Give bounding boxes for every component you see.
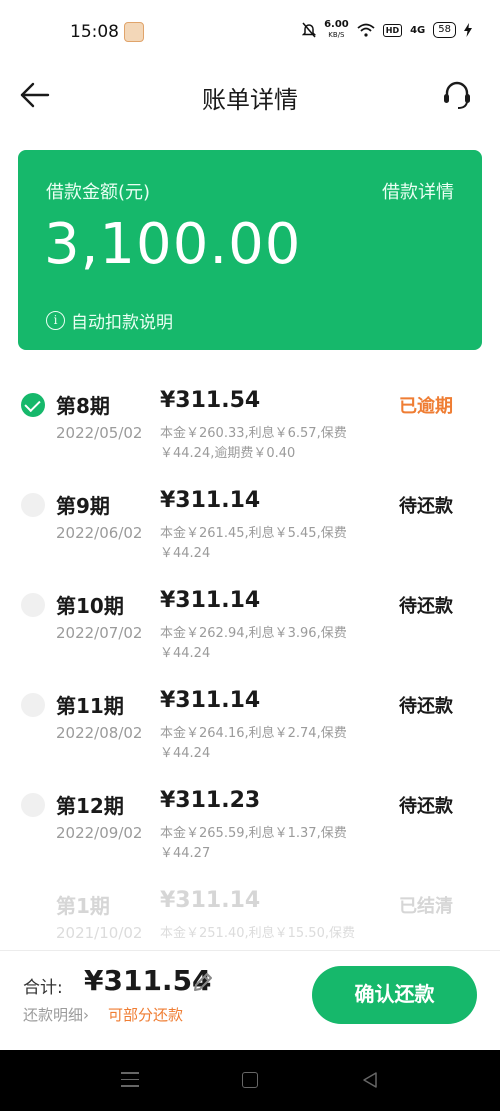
installment-date: 2022/09/02 <box>56 824 143 842</box>
back-triangle-icon[interactable] <box>360 1070 380 1090</box>
installment-status: 待还款 <box>399 696 453 717</box>
mute-bell-icon <box>302 22 317 38</box>
menu-icon[interactable] <box>121 1072 139 1088</box>
installment-row[interactable]: 第12期 2022/09/02 ¥311.23 本金￥265.59,利息￥1.3… <box>0 780 500 880</box>
installment-date: 2022/08/02 <box>56 724 143 742</box>
network-type: 4G <box>410 24 426 36</box>
status-time: 15:08 <box>70 22 119 42</box>
page-title: 账单详情 <box>202 86 298 114</box>
installment-breakdown: 本金￥251.40,利息￥15.50,保费 <box>160 926 355 941</box>
installment-amount: ¥311.14 <box>160 888 261 913</box>
installment-breakdown: 本金￥261.45,利息￥5.45,保费￥44.24 <box>160 526 347 561</box>
net-speed: 6.00 KB/S <box>324 19 349 40</box>
installment-status: 待还款 <box>399 496 453 517</box>
partial-repayment-link[interactable]: 可部分还款 <box>108 1004 183 1025</box>
select-checkbox[interactable] <box>21 493 45 517</box>
payment-footer: 合计: ¥311.54 还款明细› 可部分还款 确认还款 <box>0 950 500 1050</box>
installment-date: 2022/06/02 <box>56 524 143 542</box>
confirm-repayment-button[interactable]: 确认还款 <box>312 966 477 1024</box>
installment-row[interactable]: 第8期 2022/05/02 ¥311.54 本金￥260.33,利息￥6.57… <box>0 380 500 480</box>
installment-breakdown: 本金￥264.16,利息￥2.74,保费￥44.24 <box>160 726 347 761</box>
headset-icon <box>444 81 470 109</box>
auto-debit-note-link[interactable]: i 自动扣款说明 <box>46 308 173 333</box>
installment-date: 2022/07/02 <box>56 624 143 642</box>
loan-amount: 3,100.00 <box>44 212 302 277</box>
loan-amount-card: 借款金额(元) 借款详情 3,100.00 i 自动扣款说明 <box>18 150 482 350</box>
hd-badge: HD <box>382 23 403 37</box>
auto-debit-note-label: 自动扣款说明 <box>71 313 173 333</box>
charging-icon <box>464 23 472 37</box>
installment-period: 第12期 <box>56 794 124 818</box>
installment-amount: ¥311.14 <box>160 688 261 713</box>
wifi-icon <box>357 23 375 37</box>
installment-amount: ¥311.54 <box>160 388 261 413</box>
loan-amount-label: 借款金额(元) <box>46 182 151 203</box>
status-indicators: 6.00 KB/S HD 4G 58 <box>302 20 472 40</box>
installment-status: 已结清 <box>399 896 453 917</box>
installment-period: 第10期 <box>56 594 124 618</box>
installment-amount: ¥311.23 <box>160 788 261 813</box>
installment-amount: ¥311.14 <box>160 488 261 513</box>
installment-amount: ¥311.14 <box>160 588 261 613</box>
installment-date: 2021/10/02 <box>56 924 143 942</box>
installment-row[interactable]: 第10期 2022/07/02 ¥311.14 本金￥262.94,利息￥3.9… <box>0 580 500 680</box>
loan-detail-link[interactable]: 借款详情 <box>382 178 454 204</box>
installment-date: 2022/05/02 <box>56 424 143 442</box>
select-checkbox[interactable] <box>21 593 45 617</box>
installment-row[interactable]: 第9期 2022/06/02 ¥311.14 本金￥261.45,利息￥5.45… <box>0 480 500 580</box>
installment-period: 第11期 <box>56 694 124 718</box>
battery-level: 58 <box>433 22 456 38</box>
repayment-detail-link[interactable]: 还款明细› <box>23 1004 89 1025</box>
installment-status: 已逾期 <box>399 396 453 417</box>
chevron-right-icon: › <box>83 1006 90 1024</box>
select-checkbox[interactable] <box>21 393 45 417</box>
select-checkbox[interactable] <box>21 693 45 717</box>
installment-status: 待还款 <box>399 796 453 817</box>
select-checkbox[interactable] <box>21 793 45 817</box>
installment-period: 第1期 <box>56 894 110 918</box>
app-notification-icon <box>124 22 144 42</box>
installment-period: 第9期 <box>56 494 110 518</box>
installment-breakdown: 本金￥265.59,利息￥1.37,保费￥44.27 <box>160 826 347 861</box>
page-header: 账单详情 <box>0 66 500 126</box>
info-icon: i <box>46 311 65 330</box>
installment-status: 待还款 <box>399 596 453 617</box>
installment-breakdown: 本金￥262.94,利息￥3.96,保费￥44.24 <box>160 626 347 661</box>
status-bar: 15:08 6.00 KB/S HD 4G 58 <box>0 0 500 66</box>
home-icon[interactable] <box>242 1072 258 1088</box>
customer-service-button[interactable] <box>440 78 474 112</box>
installment-row[interactable]: 第11期 2022/08/02 ¥311.14 本金￥264.16,利息￥2.7… <box>0 680 500 780</box>
installment-period: 第8期 <box>56 394 110 418</box>
total-label: 合计: <box>23 978 63 998</box>
installment-breakdown: 本金￥260.33,利息￥6.57,保费￥44.24,逾期费￥0.40 <box>160 426 347 461</box>
pencil-icon[interactable] <box>192 971 214 993</box>
system-nav-bar <box>0 1050 500 1111</box>
